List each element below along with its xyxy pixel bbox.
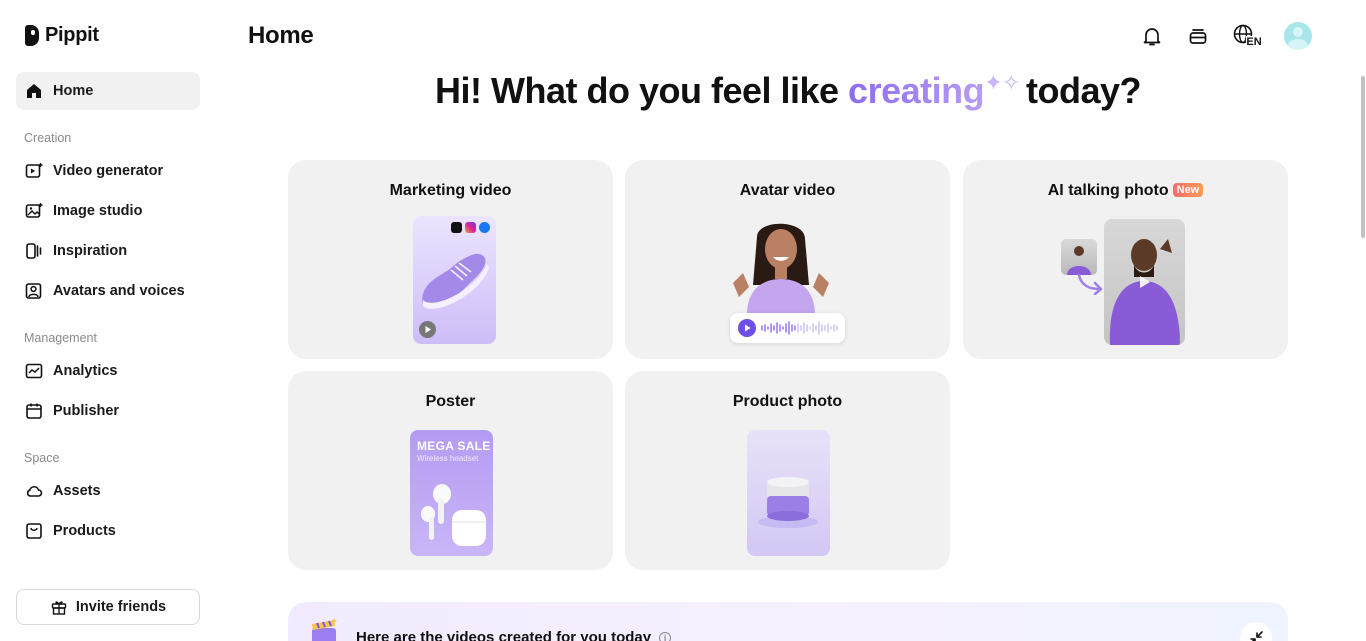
- page-title: Home: [248, 22, 314, 49]
- sparkle-icon: ✦✧: [984, 70, 1020, 95]
- banner-text: Here are the videos created for you toda…: [356, 629, 672, 641]
- sidebar-item-label: Products: [53, 523, 116, 539]
- sidebar-item-avatars-and-voices[interactable]: Avatars and voices: [16, 272, 200, 310]
- talking-photo-thumbnail: [1104, 219, 1185, 345]
- poster-thumbnail: MEGA SALE Wireless headset: [410, 430, 493, 556]
- arrow-icon: [1077, 273, 1103, 295]
- card-marketing-video[interactable]: Marketing video: [288, 160, 613, 359]
- app: Pippit Home Creation Video generator Ima…: [0, 0, 1366, 641]
- sidebar-item-publisher[interactable]: Publisher: [16, 392, 200, 430]
- collapse-button[interactable]: [1240, 622, 1272, 641]
- section-space-label: Space: [24, 451, 60, 465]
- headline-pre: Hi! What do you feel like: [435, 70, 849, 111]
- tiktok-icon: [451, 222, 462, 233]
- headline-post: today?: [1025, 70, 1142, 111]
- stack-layers-icon[interactable]: [1186, 24, 1210, 48]
- card-title: Marketing video: [389, 182, 512, 199]
- sidebar: Pippit Home Creation Video generator Ima…: [0, 0, 216, 641]
- sidebar-item-home[interactable]: Home: [16, 72, 200, 110]
- pippit-logo-icon: [25, 25, 39, 46]
- card-avatar-video[interactable]: Avatar video: [625, 160, 950, 359]
- card-title: Avatar video: [739, 182, 836, 199]
- play-icon[interactable]: [738, 319, 756, 337]
- instagram-icon: [465, 222, 476, 233]
- home-icon: [25, 82, 43, 100]
- headline-highlight: creating: [848, 70, 985, 111]
- user-avatar[interactable]: [1284, 22, 1312, 50]
- sidebar-item-video-generator[interactable]: Video generator: [16, 152, 200, 190]
- notification-bell-icon[interactable]: [1140, 24, 1164, 48]
- sidebar-item-label: Video generator: [53, 163, 164, 179]
- scrollbar[interactable]: [1360, 74, 1366, 641]
- poster-headline: MEGA SALE: [417, 439, 491, 453]
- sidebar-item-label: Home: [53, 83, 94, 99]
- sidebar-item-analytics[interactable]: Analytics: [16, 352, 200, 390]
- card-poster[interactable]: Poster MEGA SALE Wireless headset: [288, 371, 613, 570]
- play-icon[interactable]: [1136, 274, 1152, 290]
- cloud-icon: [25, 482, 43, 500]
- clapperboard-icon: [312, 618, 337, 641]
- card-title: AI talking photo New: [963, 182, 1288, 200]
- poster-subtitle: Wireless headset: [417, 454, 479, 463]
- greeting-headline: Hi! What do you feel like creating✦✧ toda…: [288, 70, 1288, 112]
- social-icons: [451, 222, 490, 233]
- product-photo-thumbnail: [747, 430, 830, 556]
- cream-jar-image: [758, 477, 818, 528]
- card-ai-talking-photo[interactable]: AI talking photo New: [963, 160, 1288, 359]
- sidebar-item-label: Avatars and voices: [53, 283, 185, 299]
- earbuds-image: [421, 484, 486, 546]
- card-title-text: AI talking photo: [1047, 182, 1169, 199]
- marketing-video-thumbnail: [413, 216, 496, 344]
- product-box-icon: [25, 522, 43, 540]
- analytics-icon: [25, 362, 43, 380]
- scrollbar-thumb[interactable]: [1361, 76, 1365, 238]
- sidebar-item-label: Assets: [53, 483, 101, 499]
- sneaker-image: [422, 253, 489, 309]
- calendar-icon: [25, 402, 43, 420]
- card-title: Poster: [425, 393, 476, 410]
- sidebar-item-image-studio[interactable]: Image studio: [16, 192, 200, 230]
- sidebar-item-label: Image studio: [53, 203, 143, 219]
- banner-label: Here are the videos created for you toda…: [356, 629, 652, 641]
- daily-videos-banner: Here are the videos created for you toda…: [288, 602, 1288, 641]
- facebook-icon: [479, 222, 490, 233]
- header-toolbar: EN: [1140, 22, 1312, 50]
- new-badge: New: [1172, 183, 1204, 197]
- gift-icon: [50, 598, 68, 616]
- sidebar-item-label: Analytics: [53, 363, 118, 379]
- language-globe-icon[interactable]: EN: [1232, 24, 1262, 48]
- sidebar-item-inspiration[interactable]: Inspiration: [16, 232, 200, 270]
- sidebar-item-label: Inspiration: [53, 243, 128, 259]
- avatar-woman-image: [733, 223, 829, 315]
- invite-friends-button[interactable]: Invite friends: [16, 589, 200, 625]
- play-icon[interactable]: [419, 321, 436, 338]
- sidebar-item-assets[interactable]: Assets: [16, 472, 200, 510]
- logo-text: Pippit: [45, 24, 99, 46]
- source-photo-thumbnail: [1061, 239, 1097, 275]
- card-product-photo[interactable]: Product photo: [625, 371, 950, 570]
- video-generator-icon: [25, 162, 43, 180]
- image-studio-icon: [25, 202, 43, 220]
- sidebar-item-products[interactable]: Products: [16, 512, 200, 550]
- sidebar-item-label: Publisher: [53, 403, 120, 419]
- logo[interactable]: Pippit: [25, 24, 99, 47]
- section-management-label: Management: [24, 331, 97, 345]
- card-title: Product photo: [732, 393, 843, 410]
- collapse-arrows-icon: [1250, 631, 1263, 641]
- section-creation-label: Creation: [24, 131, 72, 145]
- invite-friends-label: Invite friends: [75, 599, 167, 615]
- avatar-voice-icon: [25, 282, 43, 300]
- info-icon[interactable]: i: [659, 631, 672, 641]
- voice-waveform-player[interactable]: [730, 313, 845, 343]
- language-code: EN: [1246, 36, 1262, 48]
- waveform-icon: [761, 321, 838, 335]
- inspiration-icon: [25, 242, 43, 260]
